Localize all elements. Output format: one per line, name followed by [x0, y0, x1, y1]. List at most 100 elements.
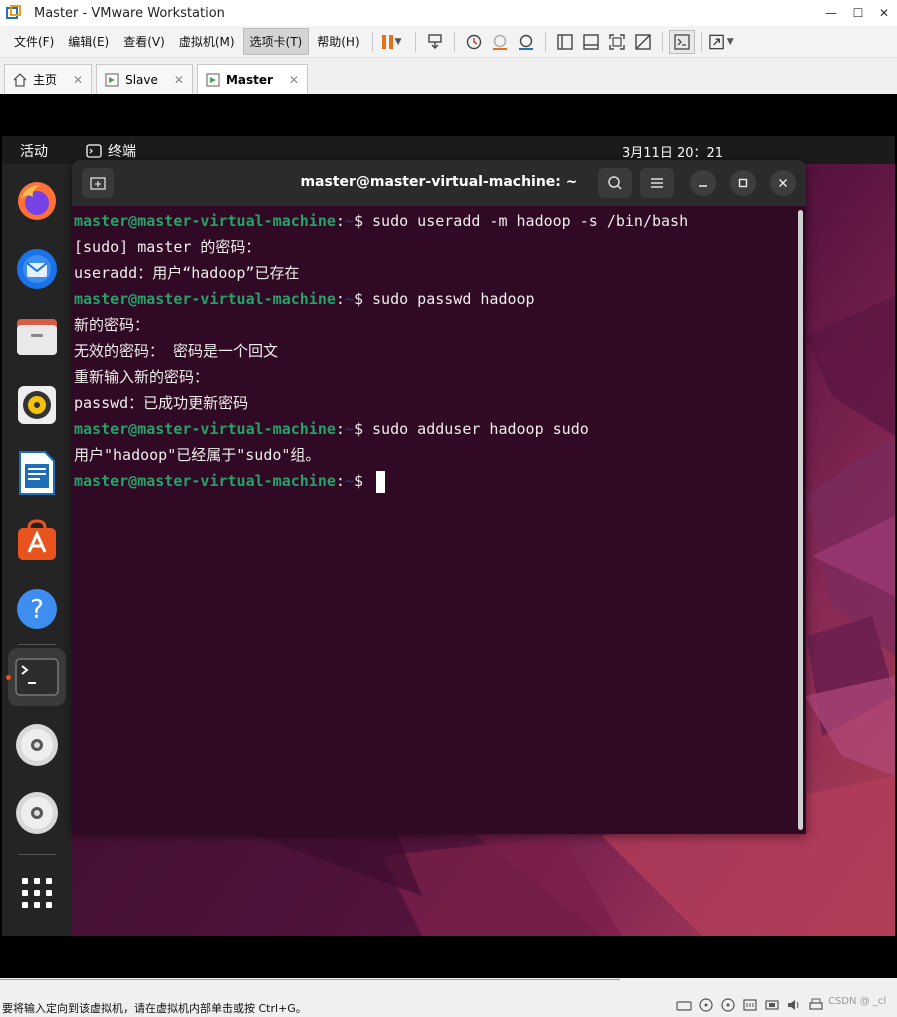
menu-tabs[interactable]: 选项卡(T) — [242, 28, 310, 55]
app-name: 终端 — [108, 144, 136, 160]
terminal-maximize-button[interactable] — [730, 170, 756, 196]
close-tab-icon[interactable]: ✕ — [174, 73, 184, 87]
search-icon — [608, 176, 622, 190]
unity-icon — [634, 33, 651, 50]
terminal-header-bar[interactable]: master@master-virtual-machine: ~ — [72, 160, 806, 206]
console-icon — [673, 33, 690, 50]
send-ctrl-alt-del-button[interactable] — [422, 30, 448, 54]
thumbnail-bar-button[interactable] — [578, 30, 604, 54]
tab-home[interactable]: 主页 ✕ — [4, 64, 93, 94]
close-tab-icon[interactable]: ✕ — [73, 73, 83, 87]
usb-device-icon[interactable] — [764, 998, 780, 1012]
dock-libreoffice-writer[interactable] — [8, 444, 66, 502]
printer-icon[interactable] — [808, 998, 824, 1012]
menu-edit[interactable]: 编辑(E) — [62, 29, 115, 54]
sound-card-icon[interactable] — [786, 998, 802, 1012]
vmware-status-bar: 要将输入定向到该虚拟机，请在虚拟机内部单击或按 Ctrl+G。 CSDN @ _… — [0, 978, 897, 1017]
vm-icon — [206, 72, 220, 87]
prompt-separator: : — [335, 290, 345, 308]
terminal-small-icon — [86, 144, 102, 158]
terminal-cursor — [376, 470, 386, 493]
show-library-button[interactable] — [552, 30, 578, 54]
output-text: 新的密码： — [74, 316, 150, 334]
help-icon: ? — [17, 589, 57, 629]
dock-rhythmbox[interactable] — [8, 376, 66, 434]
close-button[interactable]: ✕ — [871, 0, 897, 26]
prompt-separator: : — [335, 420, 345, 438]
full-screen-icon — [608, 33, 625, 50]
toolbar-divider — [414, 31, 416, 52]
network-adapter-icon[interactable] — [742, 998, 758, 1012]
console-view-button[interactable] — [668, 29, 695, 54]
chevron-down-icon: ▼ — [394, 36, 402, 47]
dock-dvd-1[interactable] — [8, 716, 66, 774]
app-center-icon — [18, 519, 56, 560]
cd-dvd-icon[interactable] — [698, 998, 714, 1012]
dock-divider — [18, 854, 56, 855]
app-menu[interactable]: 终端 — [86, 141, 136, 161]
maximize-button[interactable]: ☐ — [845, 0, 871, 26]
menu-view[interactable]: 查看(V) — [117, 29, 171, 54]
terminal-minimize-button[interactable] — [690, 170, 716, 196]
snapshot-button[interactable] — [461, 30, 487, 54]
window-title: Master - VMware Workstation — [34, 5, 225, 21]
close-tab-icon[interactable]: ✕ — [289, 73, 299, 87]
revert-snapshot-icon — [492, 34, 507, 50]
dock-files[interactable] — [8, 308, 66, 366]
hard-disk-icon[interactable] — [676, 998, 692, 1012]
tab-label: Slave — [125, 72, 158, 87]
prompt-separator: : — [335, 212, 345, 230]
terminal-line: [sudo] master 的密码： — [74, 234, 798, 260]
pause-icon — [381, 34, 393, 49]
toolbar-divider — [544, 31, 546, 52]
device-status-icons — [676, 998, 824, 1012]
cd-dvd-icon[interactable] — [720, 998, 736, 1012]
pause-button[interactable]: ▼ — [379, 30, 405, 54]
dock-dvd-2[interactable] — [8, 784, 66, 842]
watermark-text: CSDN @ _cl — [828, 996, 887, 1007]
libreoffice-writer-icon — [19, 451, 55, 495]
tab-slave[interactable]: Slave ✕ — [96, 64, 193, 94]
unity-mode-button[interactable] — [630, 30, 656, 54]
terminal-line: useradd：用户“hadoop”已存在 — [74, 260, 798, 286]
thumbnail-icon — [582, 33, 599, 50]
menu-file[interactable]: 文件(F) — [8, 29, 60, 54]
prompt-user: master@master-virtual-machine — [74, 420, 336, 438]
tab-master[interactable]: Master ✕ — [196, 64, 308, 94]
snapshot-manager-button[interactable] — [513, 30, 539, 54]
terminal-window[interactable]: master@master-virtual-machine: ~ master@… — [72, 160, 806, 834]
close-icon — [779, 179, 787, 187]
revert-snapshot-button[interactable] — [487, 30, 513, 54]
prompt-path: ~ — [344, 212, 354, 230]
hamburger-menu-button[interactable] — [640, 168, 674, 198]
rhythmbox-icon — [18, 386, 56, 424]
command-text: sudo adduser hadoop sudo — [372, 420, 589, 438]
terminal-line: 新的密码： — [74, 312, 798, 338]
ubuntu-desktop[interactable]: 活动 终端 3月11日 20：21 ? master@master-virtua… — [2, 136, 895, 936]
dock-help[interactable]: ? — [8, 580, 66, 638]
dock-terminal[interactable] — [8, 648, 66, 706]
vm-tab-bar: 主页 ✕ Slave ✕ Master ✕ — [0, 58, 897, 94]
output-text: 重新输入新的密码： — [74, 368, 210, 386]
terminal-scrollbar[interactable] — [798, 210, 803, 830]
search-button[interactable] — [598, 168, 632, 198]
terminal-close-button[interactable] — [770, 170, 796, 196]
menu-vm[interactable]: 虚拟机(M) — [173, 29, 241, 54]
activities-button[interactable]: 活动 — [20, 141, 48, 161]
prompt-user: master@master-virtual-machine — [74, 290, 336, 308]
dock-app-center[interactable] — [8, 512, 66, 570]
clock[interactable]: 3月11日 20：21 — [622, 142, 723, 161]
menu-help[interactable]: 帮助(H) — [311, 29, 365, 54]
vm-display[interactable]: 活动 终端 3月11日 20：21 ? master@master-virtua… — [0, 94, 897, 978]
terminal-output[interactable]: master@master-virtual-machine:~$ sudo us… — [72, 208, 798, 494]
stretch-button[interactable]: ▼ — [708, 30, 734, 54]
dock-thunderbird[interactable] — [8, 240, 66, 298]
prompt-dollar: $ — [353, 472, 373, 490]
dock-firefox[interactable] — [8, 172, 66, 230]
toolbar-divider — [371, 31, 373, 52]
minimize-button[interactable]: — — [818, 0, 844, 26]
full-screen-button[interactable] — [604, 30, 630, 54]
dock-show-apps[interactable] — [8, 864, 66, 922]
prompt-dollar: $ — [353, 290, 373, 308]
snapshot-manager-icon — [518, 34, 533, 50]
